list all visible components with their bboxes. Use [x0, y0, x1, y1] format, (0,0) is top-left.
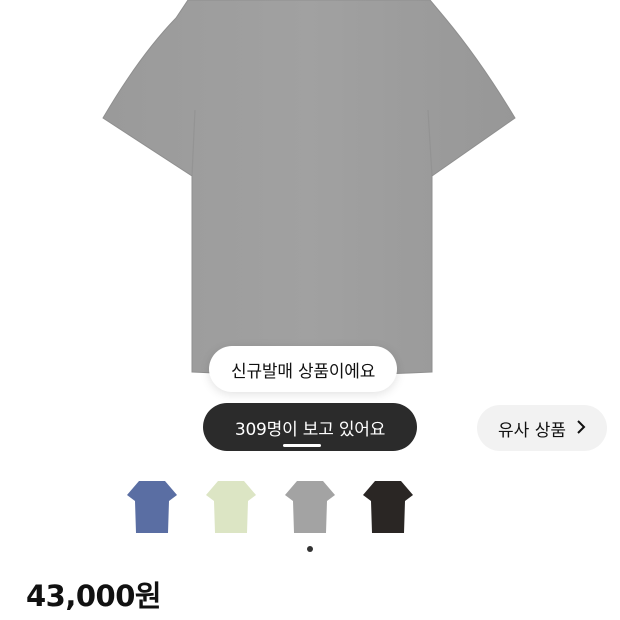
- new-release-text: 신규발매 상품이에요: [231, 361, 376, 382]
- chevron-right-icon: [576, 419, 586, 438]
- color-option-black[interactable]: [360, 474, 416, 538]
- product-image-carousel[interactable]: 신규발매 상품이에요 309명이 보고 있어요 유사 상품: [0, 0, 620, 455]
- new-release-badge: 신규발매 상품이에요: [209, 346, 398, 392]
- viewers-count-text: 309명이 보고 있어요: [234, 419, 386, 440]
- color-option-gray[interactable]: [282, 474, 338, 538]
- tshirt-image: [102, 0, 516, 376]
- color-option-blue[interactable]: [124, 474, 180, 538]
- color-option-mint[interactable]: [203, 474, 259, 538]
- similar-products-button[interactable]: 유사 상품: [477, 405, 607, 451]
- swatch-page-indicator: [307, 546, 313, 552]
- carousel-progress-indicator: [283, 444, 321, 447]
- product-price: 43,000원: [26, 579, 162, 613]
- similar-products-label: 유사 상품: [498, 420, 566, 441]
